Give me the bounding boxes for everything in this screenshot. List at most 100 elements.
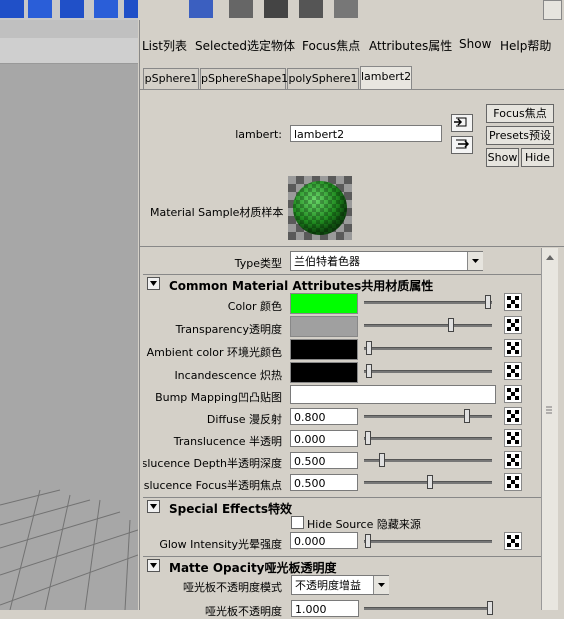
- menu-focus[interactable]: Focus焦点: [302, 37, 360, 54]
- scroll-thumb[interactable]: [544, 396, 554, 424]
- shelf-tool-4-icon[interactable]: [94, 0, 118, 18]
- menu-help[interactable]: Help帮助: [500, 37, 551, 54]
- chevron-down-icon[interactable]: [373, 576, 389, 594]
- shelf-tool-5-icon[interactable]: [124, 0, 138, 18]
- tab-psphereshape1[interactable]: pSphereShape1: [200, 68, 288, 89]
- section-common[interactable]: Common Material Attributes共用材质属性: [143, 274, 541, 293]
- presets-button[interactable]: Presets预设: [486, 126, 554, 145]
- translucence-focus-label: anslucence Focus半透明焦点: [143, 479, 282, 492]
- shelf-tool-1-icon[interactable]: [0, 0, 24, 18]
- diffuse-slider[interactable]: [364, 409, 492, 423]
- viewport-3d[interactable]: [0, 0, 138, 610]
- menu-selected[interactable]: Selected选定物体: [195, 37, 295, 54]
- collapse-arrow-icon[interactable]: [147, 500, 160, 513]
- collapse-arrow-icon[interactable]: [147, 277, 160, 290]
- translucence-depth-map-button[interactable]: [504, 451, 522, 469]
- translucence-slider[interactable]: [364, 431, 492, 445]
- translucence-focus-slider[interactable]: [364, 475, 492, 489]
- glow-label: Glow Intensity光晕强度: [159, 538, 282, 551]
- scroll-down-icon[interactable]: [543, 0, 562, 20]
- translucence-depth-field[interactable]: 0.500: [290, 452, 358, 469]
- hide-source-label: Hide Source 隐藏来源: [307, 518, 421, 531]
- section-common-title: Common Material Attributes共用材质属性: [169, 279, 434, 293]
- transparency-map-button[interactable]: [504, 316, 522, 334]
- material-sphere-icon: [293, 181, 347, 235]
- output-connections-icon[interactable]: [451, 136, 473, 154]
- show-button[interactable]: Show: [486, 148, 519, 167]
- menu-show[interactable]: Show: [459, 37, 491, 51]
- tab-divider: [139, 89, 564, 90]
- type-label: Type类型: [234, 257, 282, 270]
- bump-field[interactable]: [290, 385, 496, 404]
- node-name-field[interactable]: lambert2: [290, 125, 442, 142]
- sample-divider: [139, 246, 564, 247]
- collapse-arrow-icon[interactable]: [147, 559, 160, 572]
- section-matte[interactable]: Matte Opacity哑光板透明度: [143, 556, 541, 575]
- bump-map-button[interactable]: [504, 385, 522, 403]
- translucence-field[interactable]: 0.000: [290, 430, 358, 447]
- tab-psphere1[interactable]: pSphere1: [143, 68, 199, 89]
- scrollbar[interactable]: [541, 248, 558, 610]
- menu-list[interactable]: List列表: [142, 37, 187, 54]
- viewport-strip: [0, 20, 138, 39]
- transparency-label: Transparency透明度: [175, 323, 282, 336]
- hide-source-checkbox[interactable]: [291, 516, 304, 529]
- incandescence-swatch[interactable]: [290, 362, 358, 383]
- incandescence-label: Incandescence 炽热: [174, 369, 282, 382]
- viewport-grid: [0, 489, 138, 610]
- color-label: Color 颜色: [227, 300, 282, 313]
- section-special[interactable]: Special Effects特效: [143, 497, 541, 516]
- menu-attributes[interactable]: Attributes属性: [369, 37, 452, 54]
- color-map-button[interactable]: [504, 293, 522, 311]
- material-sample-swatch: [288, 176, 352, 240]
- matte-opacity-slider[interactable]: [364, 601, 493, 615]
- node-name-label: lambert:: [235, 128, 282, 141]
- toolbar-icons: [0, 0, 138, 20]
- incandescence-map-button[interactable]: [504, 362, 522, 380]
- tab-lambert2[interactable]: lambert2: [360, 66, 412, 90]
- shelf-tool-2-icon[interactable]: [28, 0, 52, 18]
- ambient-swatch[interactable]: [290, 339, 358, 360]
- matte-opacity-field[interactable]: 1.000: [291, 600, 359, 617]
- viewport-header: [0, 38, 138, 64]
- input-connections-icon[interactable]: [451, 114, 473, 132]
- incandescence-slider[interactable]: [364, 364, 492, 378]
- translucence-focus-map-button[interactable]: [504, 473, 522, 491]
- chevron-down-icon[interactable]: [467, 252, 483, 270]
- translucence-map-button[interactable]: [504, 429, 522, 447]
- glow-field[interactable]: 0.000: [290, 532, 358, 549]
- shelf-icon-c[interactable]: [264, 0, 288, 18]
- shelf-tool-3-icon[interactable]: [60, 0, 84, 18]
- shelf-toolbar: [139, 0, 564, 20]
- ambient-map-button[interactable]: [504, 339, 522, 357]
- tab-polysphere1[interactable]: polySphere1: [287, 68, 359, 89]
- diffuse-map-button[interactable]: [504, 407, 522, 425]
- transparency-swatch[interactable]: [290, 316, 358, 337]
- shelf-icon-d[interactable]: [299, 0, 323, 18]
- shelf-icon-a[interactable]: [189, 0, 213, 18]
- translucence-focus-field[interactable]: 0.500: [290, 474, 358, 491]
- type-dropdown[interactable]: 兰伯特着色器: [290, 251, 483, 271]
- color-swatch[interactable]: [290, 293, 358, 314]
- translucence-depth-slider[interactable]: [364, 453, 492, 467]
- ambient-label: Ambient color 环境光颜色: [146, 346, 282, 359]
- material-sample-label: Material Sample材质样本: [150, 206, 284, 219]
- hide-button[interactable]: Hide: [521, 148, 554, 167]
- glow-map-button[interactable]: [504, 532, 522, 550]
- ambient-slider[interactable]: [364, 341, 492, 355]
- glow-slider[interactable]: [364, 534, 492, 548]
- bump-label: Bump Mapping凹凸贴图: [155, 391, 282, 404]
- translucence-label: Translucence 半透明: [173, 435, 282, 448]
- focus-button[interactable]: Focus焦点: [486, 104, 554, 123]
- transparency-slider[interactable]: [364, 318, 492, 332]
- shelf-icon-e[interactable]: [334, 0, 358, 18]
- color-slider[interactable]: [364, 295, 492, 309]
- matte-mode-label: 哑光板不透明度模式: [183, 581, 282, 594]
- diffuse-label: Diffuse 漫反射: [206, 413, 282, 426]
- scroll-up-icon[interactable]: [542, 248, 558, 268]
- translucence-depth-label: anslucence Depth半透明深度: [143, 457, 282, 470]
- diffuse-field[interactable]: 0.800: [290, 408, 358, 425]
- menu-bar: List列表 Selected选定物体 Focus焦点 Attributes属性…: [139, 34, 564, 54]
- section-special-title: Special Effects特效: [169, 502, 293, 516]
- shelf-icon-b[interactable]: [229, 0, 253, 18]
